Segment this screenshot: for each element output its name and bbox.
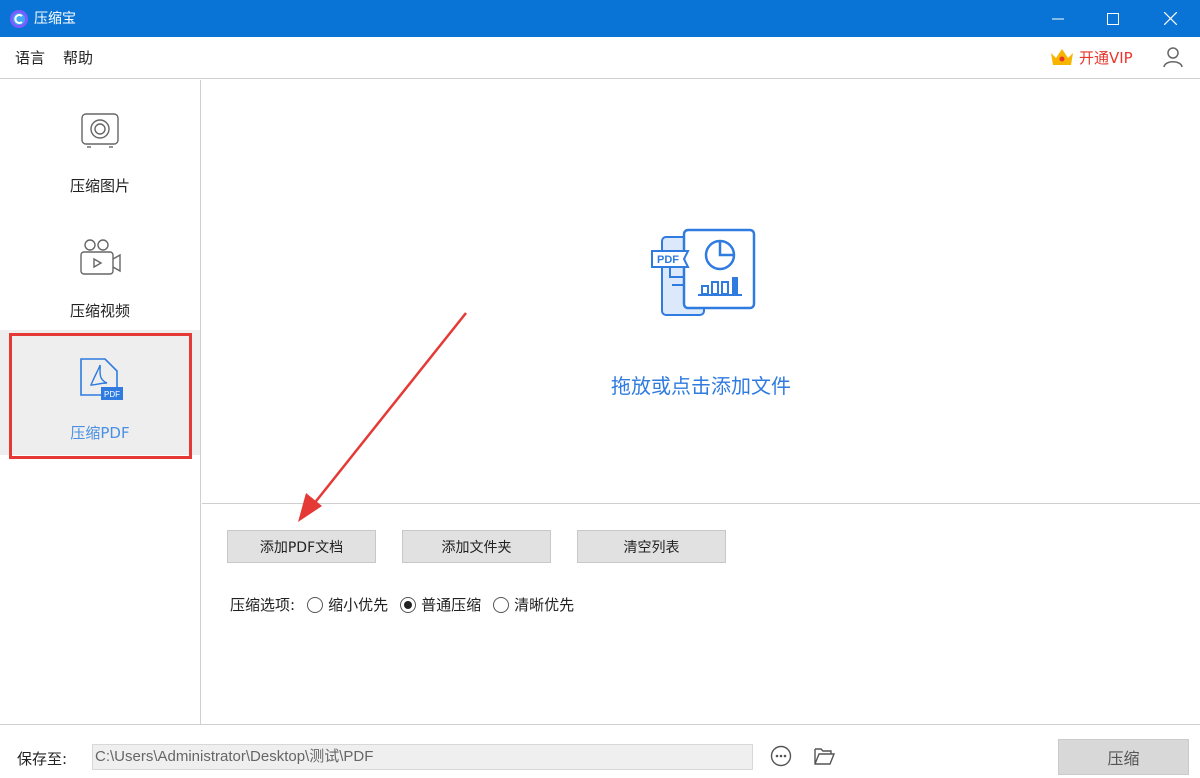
illustration-pdf-label: PDF bbox=[657, 254, 679, 266]
sidebar-item-label: 压缩视频 bbox=[69, 302, 130, 320]
compress-button[interactable]: 压缩 bbox=[1058, 739, 1189, 775]
drop-hint-text: 拖放或点击添加文件 bbox=[611, 374, 791, 398]
pdf-file-icon: PDF bbox=[80, 358, 123, 400]
title-bar: 压缩宝 bbox=[0, 0, 1200, 37]
bottom-bar: 保存至: C:\Users\Administrator\Desktop\测试\P… bbox=[0, 724, 1200, 778]
menu-language[interactable]: 语言 bbox=[15, 48, 45, 68]
maximize-icon bbox=[1107, 12, 1119, 25]
open-folder-icon[interactable] bbox=[813, 745, 835, 767]
minimize-button[interactable] bbox=[1033, 0, 1083, 37]
maximize-button[interactable] bbox=[1088, 0, 1138, 37]
option-label: 普通压缩 bbox=[421, 596, 482, 614]
sidebar-item-label: 压缩PDF bbox=[70, 424, 130, 442]
minimize-icon bbox=[1052, 18, 1064, 19]
add-pdf-button[interactable]: 添加PDF文档 bbox=[227, 530, 376, 563]
close-button[interactable] bbox=[1145, 0, 1195, 37]
radio-smaller[interactable] bbox=[307, 596, 324, 613]
vip-button[interactable]: 开通VIP bbox=[1049, 45, 1133, 69]
sidebar-item-label: 压缩图片 bbox=[69, 177, 130, 195]
option-label: 清晰优先 bbox=[514, 596, 575, 614]
sidebar: 压缩图片 压缩视频 PDF 压缩PDF bbox=[0, 80, 201, 724]
clear-list-button[interactable]: 清空列表 bbox=[577, 530, 726, 563]
sidebar-item-compress-image[interactable]: 压缩图片 bbox=[0, 95, 200, 220]
save-to-label: 保存至: bbox=[17, 750, 68, 768]
compression-options: 压缩选项: 缩小优先 普通压缩 清晰优先 bbox=[230, 594, 574, 615]
drop-zone[interactable]: PDF 拖放或点击添加文件 bbox=[202, 80, 1200, 504]
vip-label: 开通VIP bbox=[1079, 48, 1133, 67]
more-options-icon[interactable] bbox=[770, 745, 792, 767]
output-path-field[interactable]: C:\Users\Administrator\Desktop\测试\PDF bbox=[92, 744, 753, 770]
options-label: 压缩选项: bbox=[230, 596, 296, 614]
option-normal[interactable]: 普通压缩 bbox=[400, 594, 481, 615]
crown-icon bbox=[1051, 49, 1073, 65]
menu-bar: 语言 帮助 开通VIP bbox=[0, 37, 1200, 79]
sidebar-item-compress-video[interactable]: 压缩视频 bbox=[0, 220, 200, 345]
menu-help[interactable]: 帮助 bbox=[63, 48, 93, 68]
sidebar-item-compress-pdf[interactable]: PDF 压缩PDF bbox=[0, 330, 200, 455]
camera-icon bbox=[81, 113, 119, 148]
radio-normal[interactable] bbox=[400, 596, 417, 613]
pdf-document-illustration-icon: PDF bbox=[651, 228, 756, 316]
radio-clearer[interactable] bbox=[493, 596, 510, 613]
close-icon bbox=[1163, 12, 1177, 25]
option-clearer[interactable]: 清晰优先 bbox=[493, 594, 574, 615]
pdf-badge-text: PDF bbox=[104, 390, 120, 399]
window-title: 压缩宝 bbox=[34, 11, 76, 27]
option-smaller[interactable]: 缩小优先 bbox=[307, 594, 388, 615]
controls-panel: 添加PDF文档 添加文件夹 清空列表 压缩选项: 缩小优先 普通压缩 清晰优先 bbox=[202, 505, 1200, 724]
add-folder-button[interactable]: 添加文件夹 bbox=[402, 530, 551, 563]
video-camera-icon bbox=[80, 239, 121, 275]
app-logo-icon bbox=[10, 10, 28, 28]
option-label: 缩小优先 bbox=[328, 596, 389, 614]
user-icon[interactable] bbox=[1162, 46, 1184, 68]
